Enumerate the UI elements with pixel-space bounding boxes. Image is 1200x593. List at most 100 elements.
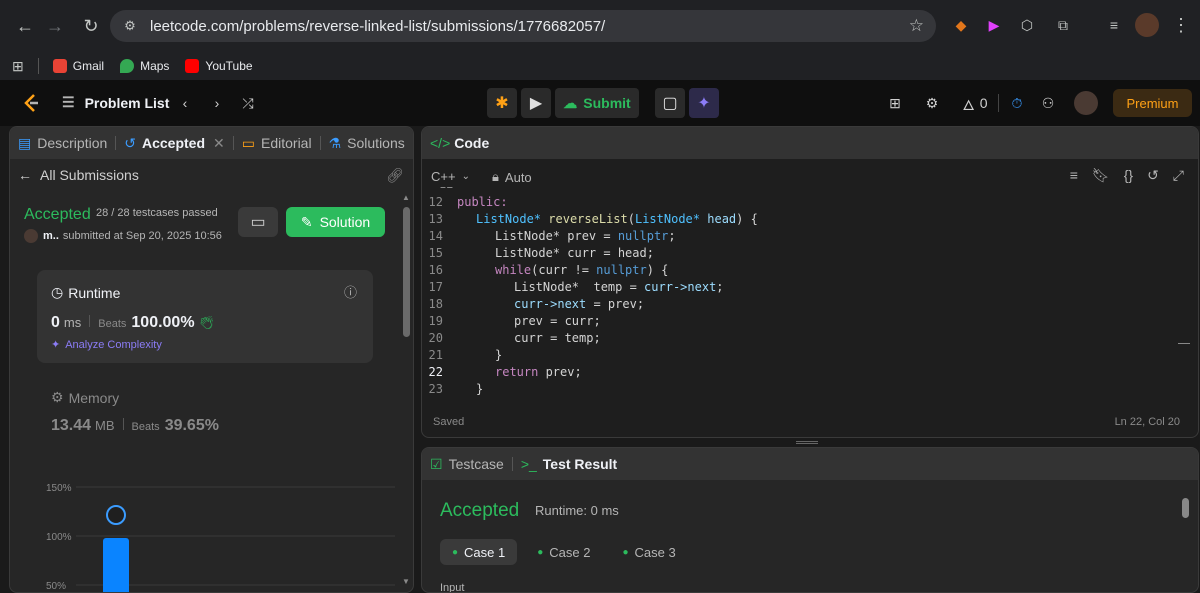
tab-description[interactable]: ▤ Description [10, 127, 115, 159]
tab-label: Test Result [542, 456, 618, 472]
action-toolbar: ✱ ▶ ☁ Submit ▢ ✦ [487, 88, 719, 118]
all-submissions-link[interactable]: ← All Submissions [18, 167, 139, 183]
analyze-complexity-link[interactable]: ✦ Analyze Complexity [51, 338, 162, 352]
runtime-stats: 0 ms Beats 100.00% 👏︎ [51, 314, 215, 332]
y-tick-label: 50% [46, 581, 66, 592]
prev-problem-icon[interactable]: ‹ [176, 90, 194, 116]
y-tick-label: 100% [46, 532, 72, 543]
pass-dot: ● [537, 546, 544, 558]
resize-handle[interactable] [796, 441, 818, 444]
cube-extension-icon[interactable]: ⬡ [1016, 14, 1038, 36]
bookmark-label: YouTube [205, 59, 253, 73]
user-avatar[interactable] [1074, 91, 1098, 115]
site-info-icon[interactable]: ⚙ [120, 16, 140, 36]
user-position-avatar[interactable] [106, 505, 126, 525]
premium-button[interactable]: Premium [1113, 89, 1192, 117]
bookmark-label: Maps [140, 59, 170, 73]
tab-accepted[interactable]: ↺ Accepted ✕ [116, 127, 233, 159]
info-icon[interactable]: ⓘ [344, 282, 357, 301]
code-line: 15 ListNode* curr = head; [422, 246, 758, 263]
submit-button[interactable]: ☁ Submit [555, 88, 639, 118]
extension-icon[interactable]: ▶ [983, 14, 1005, 36]
tab-label: Editorial [261, 135, 312, 151]
debug-icon[interactable]: ✱ [487, 88, 517, 118]
tab-label: Testcase [448, 456, 504, 472]
apps-grid-icon[interactable]: ⊞ [12, 58, 24, 75]
bookmarks-bar: ⊞ Gmail Maps YouTube [0, 52, 1200, 80]
description-icon: ▤ [18, 134, 32, 151]
media-control-icon[interactable]: ≡ [1103, 14, 1125, 36]
scroll-up-icon[interactable]: ▲ [402, 193, 410, 202]
tab-solutions[interactable]: ⚗ Solutions [321, 127, 413, 159]
code-text: ListNode* curr = head; [495, 246, 654, 260]
leetcode-logo-icon[interactable] [20, 92, 42, 114]
tab-code[interactable]: </> Code [422, 127, 497, 159]
ai-sparkle-icon[interactable]: ✦ [689, 88, 719, 118]
forward-icon[interactable]: → [42, 13, 68, 39]
code-line: 20 curr = temp; [422, 331, 758, 348]
layout-icon[interactable]: ⊞ [885, 90, 905, 116]
shuffle-icon[interactable]: ⤮ [238, 90, 258, 116]
line-number: 21 [428, 348, 443, 362]
case-tab-3[interactable]: ● Case 3 [611, 539, 688, 565]
format-lines-icon[interactable]: ≡ [1070, 167, 1078, 184]
back-icon[interactable]: ← [12, 13, 38, 39]
user-avatar-small[interactable] [24, 229, 38, 243]
add-friend-icon[interactable]: ⚇ [1038, 90, 1058, 116]
link-icon[interactable]: 🔗︎ [386, 167, 404, 184]
close-tab-icon[interactable]: ✕ [213, 135, 225, 152]
reload-icon[interactable]: ↻ [78, 13, 104, 39]
distribution-bar[interactable] [103, 538, 129, 593]
username[interactable]: m.. [43, 230, 59, 242]
bookmark-icon[interactable]: 🔖︎ [1092, 167, 1110, 184]
case-label: Case 1 [464, 544, 506, 560]
editorial-book-button[interactable]: ▭ [238, 207, 278, 237]
case-tab-2[interactable]: ● Case 2 [525, 539, 602, 565]
runtime-title: Runtime [68, 284, 121, 301]
case-tab-1[interactable]: ● Case 1 [440, 539, 518, 565]
bookmark-gmail[interactable]: Gmail [52, 59, 104, 73]
auto-mode[interactable]: 🔒︎ Auto [492, 169, 532, 185]
youtube-icon [185, 59, 200, 73]
fire-icon: 🜂 [962, 96, 975, 113]
metamask-icon[interactable]: ◆ [950, 14, 972, 36]
tab-label: Accepted [142, 135, 206, 151]
streak-counter[interactable]: 🜂 0 [958, 90, 992, 116]
result-scrollbar-thumb[interactable] [1182, 498, 1189, 518]
arrow-left-icon: ← [18, 167, 32, 183]
code-tabbar: </> Code [422, 127, 1198, 159]
solution-button[interactable]: ✎ Solution [286, 207, 385, 237]
code-text: } [495, 348, 503, 362]
address-bar[interactable]: ⚙ leetcode.com/problems/reverse-linked-l… [110, 10, 936, 42]
submitted-time: submitted at Sep 20, 2025 10:56 [62, 230, 222, 242]
problem-list-link[interactable]: ☰ Problem List [62, 94, 169, 111]
scroll-down-icon[interactable]: ▼ [402, 577, 410, 586]
note-icon[interactable]: ▢ [655, 88, 685, 118]
memory-header: ⚙ Memory [51, 389, 119, 406]
tab-testcase[interactable]: ☑ Testcase [422, 448, 512, 480]
scrollbar-thumb[interactable] [403, 207, 410, 337]
timer-icon[interactable]: ⏱ [1007, 90, 1027, 116]
status-accepted: Accepted [24, 206, 91, 223]
fullscreen-icon[interactable]: ⤢ [1173, 167, 1184, 184]
bookmarks-divider [37, 58, 39, 74]
bookmark-maps[interactable]: Maps [120, 59, 169, 73]
braces-icon[interactable]: {} [1124, 167, 1133, 184]
input-label: Input [440, 582, 465, 593]
code-editor[interactable]: 12 12 public: 13 ListNode* reverseList(List… [422, 187, 1182, 397]
bookmark-star-icon[interactable]: ☆ [909, 16, 924, 36]
line-number: 23 [428, 382, 443, 396]
reset-icon[interactable]: ↺ [1147, 167, 1159, 184]
tab-test-result[interactable]: >_ Test Result [513, 448, 625, 480]
menu-kebab-icon[interactable]: ⋮ [1170, 14, 1192, 36]
language-select[interactable]: C++ ⌄ [431, 169, 470, 184]
cursor-position: Ln 22, Col 20 [1114, 416, 1180, 428]
settings-gear-icon[interactable]: ⚙ [922, 90, 942, 116]
bookmark-youtube[interactable]: YouTube [185, 59, 253, 73]
next-problem-icon[interactable]: › [208, 90, 226, 116]
tab-editorial[interactable]: ▭ Editorial [234, 127, 320, 159]
runtime-header: ◷ Runtime [51, 284, 120, 301]
profile-avatar[interactable] [1135, 13, 1159, 37]
run-play-icon[interactable]: ▶ [521, 88, 551, 118]
extensions-puzzle-icon[interactable]: ⧉ [1052, 14, 1074, 36]
